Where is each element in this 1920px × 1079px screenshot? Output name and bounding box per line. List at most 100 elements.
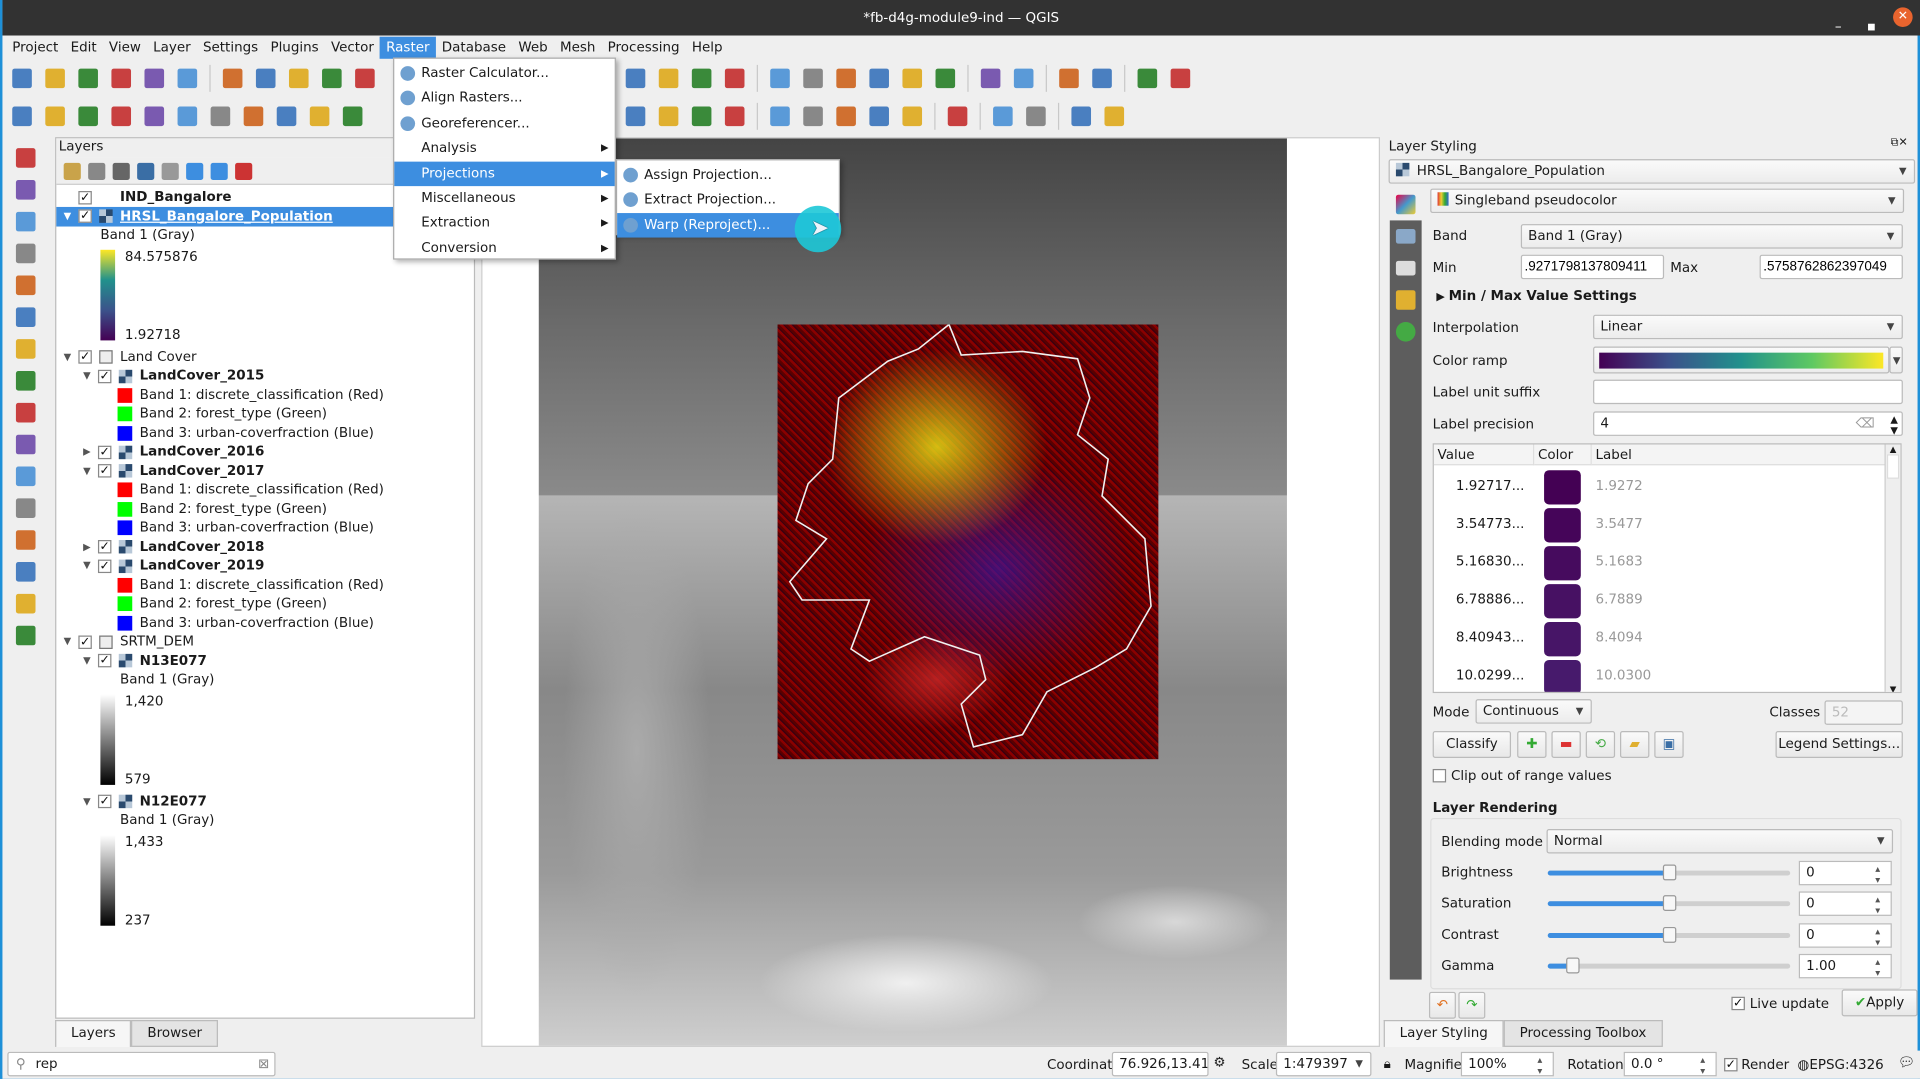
temporal-button[interactable] [687,64,716,93]
menu-edit[interactable]: Edit [64,37,102,59]
add-delimited-button[interactable] [7,431,44,458]
gamma-spinbox[interactable]: 1.00 [1798,953,1892,978]
blending-mode-select[interactable]: Normal ▼ [1546,828,1894,854]
collapse-arrow-icon[interactable]: ▼ [81,792,93,812]
python-button[interactable] [798,102,827,131]
layer-item[interactable]: ▼ ✓ N12E077 [56,792,207,812]
col-label[interactable]: Label [1591,444,1886,466]
collapse-arrow-icon[interactable]: ▼ [81,651,93,671]
measure-button[interactable] [898,64,927,93]
add-spatialite-button[interactable] [7,463,44,490]
menu-processing[interactable]: Processing [602,37,686,59]
visibility-icon[interactable] [112,162,130,180]
layer-item[interactable]: ▶ ✓ LandCover_2018 [56,537,264,557]
menu-item-projections[interactable]: Projections ▶ [394,161,615,186]
label-suffix-input[interactable] [1593,379,1903,405]
delete-button[interactable] [206,102,235,131]
menu-item-miscellaneous[interactable]: Miscellaneous ▶ [394,186,614,210]
redo-style-button[interactable]: ↷ [1458,991,1486,1019]
filter-icon[interactable] [137,162,155,180]
color-class-row[interactable]: 5.16830... 5.1683 [1434,542,1875,581]
class-color-swatch[interactable] [1544,546,1581,581]
load-colormap-button[interactable]: ▰ [1620,731,1650,758]
visibility-checkbox[interactable]: ✓ [78,190,92,204]
visibility-checkbox[interactable]: ✓ [97,794,112,809]
expand-arrow-icon[interactable]: ▶ [81,442,93,462]
visibility-checkbox[interactable]: ✓ [97,369,112,383]
locator-search-input[interactable]: ⚲ rep ⊠ [7,1051,276,1077]
menu-help[interactable]: Help [686,37,729,59]
add-wcs-button[interactable] [7,590,44,617]
layer-item[interactable]: ✓ IND_Bangalore [56,187,232,207]
gamma-slider[interactable] [1547,957,1791,974]
menu-raster[interactable]: Raster [379,36,436,59]
tab-layers[interactable]: Layers [55,1020,132,1047]
max-input[interactable] [1759,254,1903,280]
vertex-tool-button[interactable] [140,102,169,131]
color-class-row[interactable]: 3.54773... 3.5477 [1434,504,1875,543]
visibility-checkbox[interactable]: ✓ [78,209,92,223]
collapse-arrow-icon[interactable]: ▼ [61,632,73,652]
select-by-location-button[interactable] [1133,64,1162,93]
legend-settings-button[interactable]: Legend Settings... [1775,731,1903,758]
add-group-icon[interactable] [88,162,106,180]
saturation-slider[interactable] [1547,895,1791,912]
label-move-button[interactable] [720,102,749,131]
menu-item-conversion[interactable]: Conversion ▶ [394,236,614,260]
copy-button[interactable] [272,102,301,131]
show-annotations-button[interactable] [976,64,1005,93]
export-colormap-button[interactable]: ▣ [1654,731,1684,758]
reverse-colors-button[interactable]: ⟲ [1585,731,1616,758]
save-as-button[interactable] [107,64,136,93]
undo-style-button[interactable]: ↶ [1428,991,1456,1019]
menu-database[interactable]: Database [436,37,513,59]
menu-settings[interactable]: Settings [197,37,265,59]
add-layer-button[interactable] [621,64,650,93]
menu-project[interactable]: Project [6,37,64,59]
classes-spinbox[interactable]: 52 [1824,700,1903,725]
earth-button[interactable] [831,102,860,131]
render-checkbox[interactable]: ✓ [1724,1057,1738,1072]
visibility-checkbox[interactable]: ✓ [97,540,112,554]
class-color-swatch[interactable] [1544,660,1581,692]
add-virtual-button[interactable] [7,304,44,331]
collapse-arrow-icon[interactable]: ▼ [81,556,93,576]
highlight-button[interactable] [1166,64,1195,93]
contrast-slider[interactable] [1547,926,1791,943]
color-class-row[interactable]: 10.0299... 10.0300 [1434,656,1875,692]
scale-select[interactable]: 1:479397 ▼ [1275,1051,1372,1077]
col-color[interactable]: Color [1534,444,1592,466]
color-class-row[interactable]: 1.92717... 1.9272 [1434,467,1875,505]
add-vector-button[interactable] [7,176,44,203]
toggle-edit-button[interactable] [7,102,36,131]
layer-item[interactable]: ▼ ✓ LandCover_2015 [56,366,264,386]
menu-layer[interactable]: Layer [147,37,197,59]
data-source-manager-button[interactable] [7,144,44,171]
pan-button[interactable] [218,64,247,93]
layer-item[interactable]: ▶ ✓ LandCover_2016 [56,442,264,462]
georef-plugin-button[interactable] [898,102,927,131]
globe-plugin-button[interactable] [765,102,794,131]
clear-search-icon[interactable]: ⊠ [258,1053,269,1075]
menu-item-analysis[interactable]: Analysis ▶ [394,136,614,160]
menu-item-assign-projection[interactable]: Assign Projection... [617,163,839,187]
close-button[interactable]: ✕ [1893,7,1913,27]
clip-checkbox[interactable] [1432,768,1447,783]
apply-button[interactable]: ✔Apply [1841,989,1918,1017]
coordinate-input[interactable]: 76.926,13.415 [1111,1051,1209,1077]
col-value[interactable]: Value [1433,444,1535,466]
class-color-swatch[interactable] [1544,584,1581,619]
minmax-settings-section[interactable]: ▶ Min / Max Value Settings [1436,288,1636,304]
menu-mesh[interactable]: Mesh [554,37,602,59]
tab-processing-toolbox[interactable]: Processing Toolbox [1503,1020,1663,1047]
save-project-button[interactable] [73,64,102,93]
float-close-icons[interactable]: ⧉✕ [1891,137,1908,149]
saturation-slider-handle[interactable] [1662,895,1677,912]
menu-item-raster-calculator[interactable]: Raster Calculator... [394,61,614,85]
attribute-table-button[interactable] [798,64,827,93]
add-wms-button[interactable] [7,399,44,426]
layer-item[interactable]: ▼ ✓ LandCover_2017 [56,461,264,481]
zoom-out-button[interactable] [317,64,346,93]
plugin-c-button[interactable] [1100,102,1129,131]
identify-button[interactable] [765,64,794,93]
